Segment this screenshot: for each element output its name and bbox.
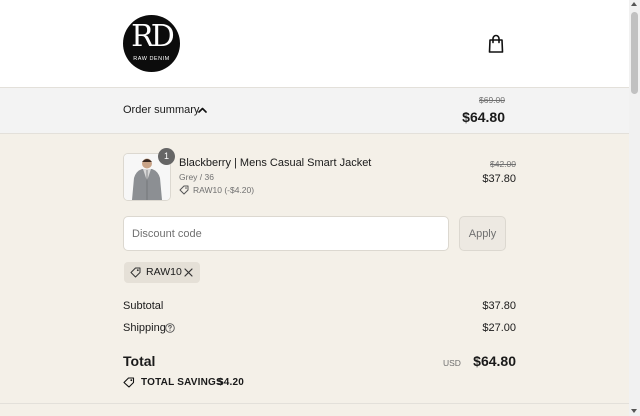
tag-icon	[130, 267, 141, 278]
close-icon[interactable]	[183, 267, 194, 278]
total-savings-label: TOTAL SAVINGS	[141, 377, 223, 388]
help-icon[interactable]	[165, 323, 175, 333]
total-savings-value: $4.20	[218, 377, 245, 388]
summary-total: $64.80	[462, 109, 505, 125]
applied-discount-chip: RAW10	[124, 262, 200, 283]
subtotal-label: Subtotal	[123, 300, 164, 312]
scrollbar-thumb[interactable]	[631, 12, 638, 94]
subtotal-value: $37.80	[482, 300, 516, 312]
applied-discount-code: RAW10	[146, 266, 182, 278]
shipping-value: $27.00	[482, 322, 516, 334]
brand-name: RAW DENIM	[133, 56, 170, 62]
brand-logo[interactable]: RD RAW DENIM	[123, 15, 180, 72]
vertical-scrollbar[interactable]	[629, 0, 640, 416]
summary-original-total: $69.00	[479, 95, 505, 105]
product-name: Blackberry | Mens Casual Smart Jacket	[179, 157, 372, 169]
total-value: $64.80	[473, 353, 516, 369]
apply-discount-button[interactable]: Apply	[459, 216, 506, 251]
product-variant: Grey / 36	[179, 172, 214, 182]
brand-monogram: RD	[131, 19, 175, 54]
chevron-up-icon	[198, 107, 207, 113]
divider	[0, 403, 629, 404]
order-summary-label: Order summary	[123, 104, 200, 116]
item-discount-label: RAW10 (-$4.20)	[193, 185, 255, 195]
currency-code: USD	[443, 358, 461, 368]
shopping-bag-icon[interactable]	[487, 34, 505, 54]
shipping-label: Shipping	[123, 322, 166, 334]
scroll-down-arrow-icon[interactable]	[631, 409, 637, 413]
order-summary-toggle[interactable]: Order summary $69.00 $64.80	[0, 88, 629, 134]
tag-icon	[123, 377, 135, 388]
discount-code-input[interactable]	[123, 216, 449, 251]
item-original-price: $42.00	[490, 159, 516, 169]
tag-icon	[179, 185, 189, 195]
total-label: Total	[123, 353, 156, 369]
site-header: RD RAW DENIM	[0, 0, 629, 88]
quantity-badge: 1	[158, 148, 175, 165]
scroll-up-arrow-icon[interactable]	[631, 2, 637, 6]
item-price: $37.80	[482, 173, 516, 185]
